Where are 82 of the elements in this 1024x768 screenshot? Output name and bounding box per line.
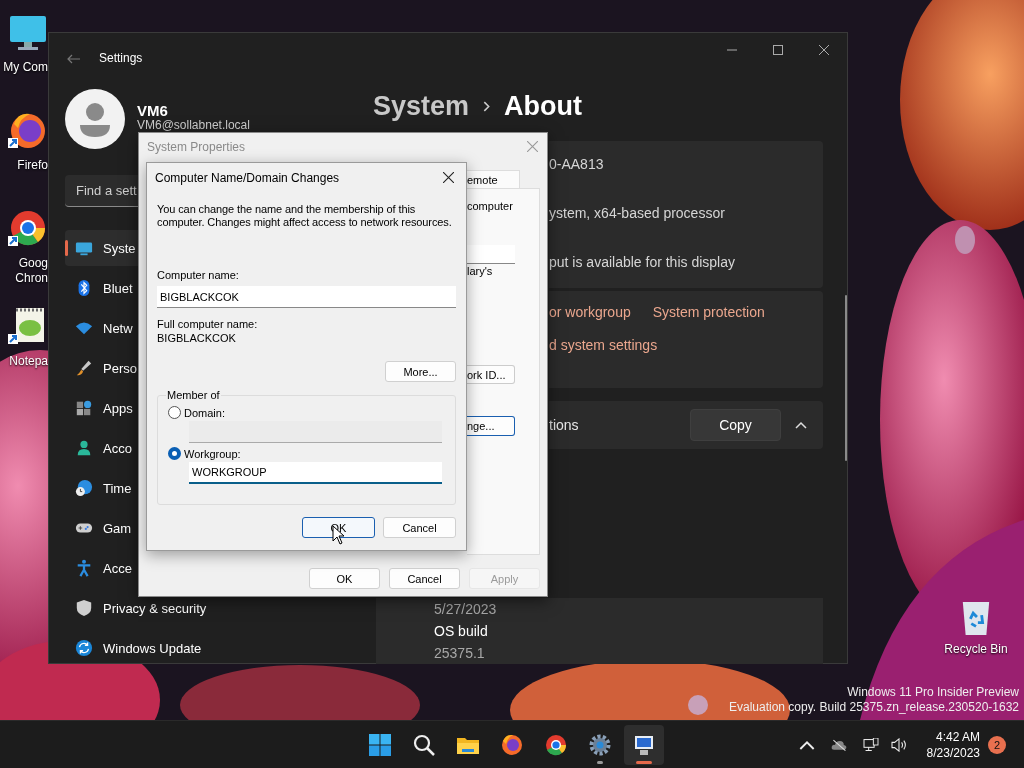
group-label: Member of (166, 388, 221, 402)
spec-label: OS build (434, 622, 489, 641)
dialog-button[interactable]: Cancel (389, 568, 460, 589)
volume-icon[interactable] (890, 737, 907, 752)
desktop-shortcut[interactable]: My Com (0, 8, 48, 75)
clock[interactable]: 4:42 AM 8/23/2023 (926, 728, 980, 761)
nav-item[interactable]: Windows Update (65, 630, 365, 666)
dialog-title: Computer Name/Domain Changes (155, 170, 340, 185)
avatar-icon (65, 89, 125, 149)
chevron-right-icon (483, 101, 491, 112)
section-title: tions (549, 417, 580, 433)
nav-item[interactable]: Acce (65, 550, 139, 586)
desktop-shortcut[interactable]: Firefo (0, 106, 48, 173)
notification-badge[interactable]: 2 (988, 735, 1006, 754)
update-icon (75, 639, 93, 657)
nav-item[interactable]: Time (65, 470, 139, 506)
radio-label: Workgroup: (184, 447, 241, 460)
accessibility-icon (75, 559, 93, 577)
copy-button[interactable]: Copy (690, 409, 781, 441)
spec-value: 5/27/2023 (434, 600, 498, 619)
settings-link[interactable]: or workgroup (549, 304, 631, 320)
spec-value: ystem, x64-based processor (549, 204, 726, 223)
radio-button[interactable] (168, 406, 181, 419)
network-icon[interactable] (862, 737, 879, 752)
chrome-icon (8, 208, 48, 248)
user-name: VM6 (137, 102, 168, 119)
nav-item[interactable]: Gam (65, 510, 139, 546)
chrome-icon (544, 732, 568, 757)
desktop-shortcut[interactable]: Goog Chron (0, 204, 48, 286)
window-title: Settings (99, 51, 143, 65)
breadcrumb-link[interactable]: System (373, 91, 470, 122)
description-text: lary's (467, 264, 493, 278)
radio-label: Domain: (184, 406, 225, 419)
close-icon[interactable] (819, 45, 829, 55)
user-email: VM6@sollabnet.local (137, 119, 250, 132)
description-text: You can change the name and the membership of this computer. Changes might affect access to network resources. (157, 203, 453, 229)
maximize-icon[interactable] (773, 45, 783, 55)
dialog-button[interactable]: nge... (467, 416, 515, 436)
field-label: Computer name: (157, 268, 239, 282)
full-name-value: BIGBLACKCOK (157, 331, 236, 345)
spec-value: put is available for this display (549, 253, 736, 272)
tab[interactable]: emote (467, 170, 520, 188)
scrollbar-thumb[interactable] (845, 295, 847, 461)
nav-item[interactable]: Bluet (65, 270, 139, 306)
page-title: About (504, 91, 583, 122)
input-field[interactable]: WORKGROUP (189, 462, 442, 484)
nav-item[interactable]: Netw (65, 310, 139, 346)
nav-item[interactable]: Acco (65, 430, 139, 466)
desktop-shortcut[interactable]: Recycle Bin (940, 598, 1012, 656)
settings-icon (588, 732, 612, 757)
spec-value: 25375.1 (434, 644, 486, 663)
shield-icon (75, 599, 93, 617)
firefox-icon (500, 732, 524, 757)
search-icon (412, 732, 436, 757)
close-icon[interactable] (443, 172, 454, 183)
description-text: computer (467, 199, 513, 213)
field-label: Full computer name: (157, 317, 258, 331)
cloud-off-icon[interactable] (830, 737, 847, 752)
windows-logo-icon (368, 732, 392, 757)
chevron-up-icon[interactable] (795, 421, 807, 429)
dialog-button[interactable]: OK (309, 568, 380, 589)
back-arrow-icon[interactable] (67, 54, 81, 64)
radio-button[interactable] (168, 447, 181, 460)
computer-name-field[interactable]: BIGBLACKCOK (157, 286, 456, 308)
spec-value: 0-AA813 (549, 155, 605, 174)
cursor-icon (332, 525, 344, 545)
settings-link[interactable]: System protection (652, 304, 765, 320)
nav-item[interactable]: Perso (65, 350, 139, 386)
settings-link[interactable]: d system settings (549, 337, 658, 353)
desktop-shortcut[interactable]: Notepa (0, 302, 48, 369)
apps-icon (75, 399, 93, 417)
dialog-title: System Properties (147, 139, 246, 154)
globe-clock-icon (75, 479, 93, 497)
person-icon (75, 439, 93, 457)
dialog-button[interactable]: Cancel (383, 517, 456, 538)
nav-item[interactable]: Syste (65, 230, 139, 266)
brush-icon (75, 359, 93, 377)
taskbar-button[interactable] (624, 724, 664, 765)
dialog-button[interactable]: ork ID... (467, 365, 515, 384)
more-button[interactable]: More... (385, 361, 456, 382)
nav-item[interactable]: Apps (65, 390, 139, 426)
input-field[interactable] (467, 245, 515, 264)
